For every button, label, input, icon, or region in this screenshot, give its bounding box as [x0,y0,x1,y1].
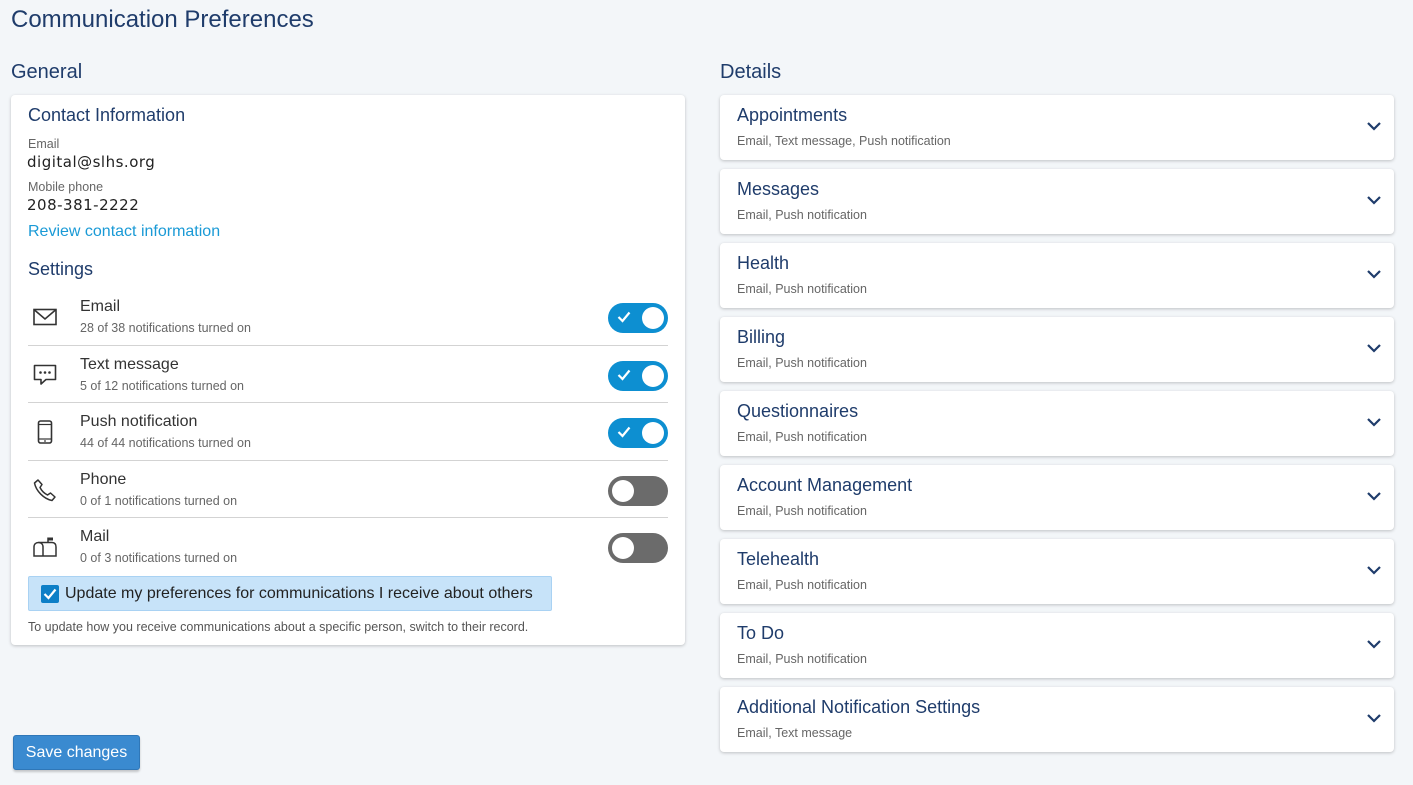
detail-to-do[interactable]: To Do Email, Push notification [720,613,1394,678]
toggle-knob [642,307,664,329]
setting-row-phone: Phone 0 of 1 notifications turned on [28,461,668,518]
detail-title: To Do [737,623,785,643]
chevron-down-icon[interactable] [1366,416,1382,428]
chat-bubble-icon [32,362,58,388]
chevron-down-icon[interactable] [1366,268,1382,280]
detail-telehealth[interactable]: Telehealth Email, Push notification [720,539,1394,604]
toggle-knob [612,479,634,502]
chevron-down-icon[interactable] [1366,194,1382,206]
detail-channels: Email, Push notification [737,430,867,444]
email-label: Email [28,137,60,151]
setting-name: Email [80,298,121,315]
detail-title: Billing [737,327,786,347]
push-notification-toggle[interactable] [608,418,668,448]
detail-title: Account Management [737,475,913,495]
chevron-down-icon[interactable] [1366,712,1382,724]
detail-account-management[interactable]: Account Management Email, Push notificat… [720,465,1394,530]
detail-title: Additional Notification Settings [737,697,981,717]
envelope-icon [32,304,58,330]
detail-channels: Email, Push notification [737,208,867,222]
update-others-checkbox[interactable] [41,585,59,603]
mobile-phone-value: 208-381-2222 [27,196,140,214]
settings-heading: Settings [28,259,94,279]
setting-status: 28 of 38 notifications turned on [80,321,251,335]
setting-row-email: Email 28 of 38 notifications turned on [28,288,668,346]
detail-billing[interactable]: Billing Email, Push notification [720,317,1394,382]
setting-row-push-notification: Push notification 44 of 44 notifications… [28,403,668,461]
general-card: Contact Information Email digital@slhs.o… [11,95,685,645]
setting-status: 0 of 3 notifications turned on [80,551,238,565]
toggle-knob [612,537,634,559]
page-title: Communication Preferences [11,6,314,33]
detail-title: Telehealth [737,549,820,569]
detail-channels: Email, Push notification [737,356,867,370]
settings-list: Email 28 of 38 notifications turned on T… [28,288,668,576]
detail-title: Messages [737,179,820,199]
detail-channels: Email, Push notification [737,652,867,666]
save-changes-button[interactable]: Save changes [13,735,140,770]
chevron-down-icon[interactable] [1366,564,1382,576]
mobile-phone-label: Mobile phone [28,180,104,194]
phone-toggle[interactable] [608,475,668,506]
check-icon [617,369,631,381]
phone-handset-icon [32,477,58,503]
review-contact-information-link[interactable]: Review contact information [28,223,220,241]
toggle-knob [642,364,664,387]
check-icon [43,588,57,600]
mobile-phone-icon [32,419,58,445]
detail-messages[interactable]: Messages Email, Push notification [720,169,1394,234]
setting-name: Text message [80,355,179,373]
setting-row-mail: Mail 0 of 3 notifications turned on [28,518,668,576]
setting-status: 0 of 1 notifications turned on [80,493,238,508]
setting-status: 44 of 44 notifications turned on [80,436,251,450]
detail-health[interactable]: Health Email, Push notification [720,243,1394,308]
email-toggle[interactable] [608,303,668,333]
detail-channels: Email, Text message [737,726,853,740]
detail-channels: Email, Push notification [737,504,867,518]
chevron-down-icon[interactable] [1366,638,1382,650]
chevron-down-icon[interactable] [1366,120,1382,132]
chevron-down-icon[interactable] [1366,490,1382,502]
detail-title: Health [737,253,790,273]
update-others-label: Update my preferences for communications… [65,585,533,602]
detail-channels: Email, Text message, Push notification [737,134,951,148]
mail-toggle[interactable] [608,533,668,563]
detail-appointments[interactable]: Appointments Email, Text message, Push n… [720,95,1394,160]
details-heading: Details [720,61,782,83]
others-note: To update how you receive communications… [28,620,529,634]
setting-status: 5 of 12 notifications turned on [80,378,245,393]
detail-title: Appointments [737,105,848,125]
chevron-down-icon[interactable] [1366,342,1382,354]
update-others-preferences-option[interactable]: Update my preferences for communications… [28,576,552,611]
detail-channels: Email, Push notification [737,282,867,296]
setting-row-text-message: Text message 5 of 12 notifications turne… [28,346,668,403]
setting-name: Phone [80,470,127,488]
general-heading: General [11,61,83,83]
contact-information-heading: Contact Information [28,105,186,125]
text-message-toggle[interactable] [608,360,668,391]
detail-questionnaires[interactable]: Questionnaires Email, Push notification [720,391,1394,456]
toggle-knob [642,422,664,444]
detail-additional-notification-settings[interactable]: Additional Notification Settings Email, … [720,687,1394,752]
detail-channels: Email, Push notification [737,578,867,592]
detail-title: Questionnaires [737,401,859,421]
check-icon [617,311,631,323]
mailbox-icon [32,534,58,560]
details-list: Appointments Email, Text message, Push n… [720,95,1394,761]
email-value: digital@slhs.org [27,153,156,171]
setting-name: Mail [80,528,110,545]
check-icon [617,426,631,438]
setting-name: Push notification [80,413,198,430]
